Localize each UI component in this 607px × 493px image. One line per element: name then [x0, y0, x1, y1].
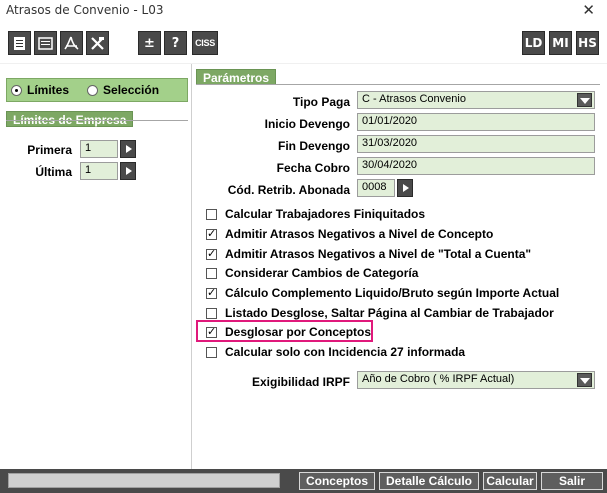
- params-group-line: [196, 84, 600, 85]
- help-button[interactable]: ?: [164, 31, 187, 55]
- checkbox[interactable]: [206, 325, 217, 338]
- checkbox[interactable]: [206, 247, 217, 260]
- fin-devengo-label: Fin Devengo: [277, 139, 350, 153]
- radio-dot: [87, 84, 99, 96]
- excel-icon: [91, 36, 104, 50]
- fecha-cobro-label: Fecha Cobro: [276, 161, 350, 175]
- check-listado-desglose[interactable]: Listado Desglose, Saltar Página al Cambi…: [206, 304, 554, 322]
- retrib-abonada-label: Cód. Retrib. Abonada: [227, 183, 350, 197]
- primera-lookup-button[interactable]: [120, 140, 136, 158]
- checkbox[interactable]: [206, 267, 217, 279]
- retrib-abonada-field[interactable]: 0008: [357, 179, 395, 197]
- inicio-devengo-field[interactable]: 01/01/2020: [357, 113, 595, 131]
- close-icon[interactable]: ✕: [582, 1, 595, 19]
- mi-button[interactable]: MI: [549, 31, 572, 55]
- toolbar: ± ? CISS LD MI HS: [0, 22, 607, 64]
- conceptos-button[interactable]: Conceptos: [299, 472, 375, 490]
- ld-button[interactable]: LD: [522, 31, 545, 55]
- chevron-down-icon[interactable]: [577, 93, 592, 107]
- title-bar: Atrasos de Convenio - L03 ✕: [0, 0, 607, 22]
- excel-button[interactable]: [86, 31, 109, 55]
- check-cambios-categoria[interactable]: Considerar Cambios de Categoría: [206, 264, 418, 282]
- checkbox[interactable]: [206, 227, 217, 240]
- bottom-bar: Conceptos Detalle Cálculo Calcular Salir: [0, 469, 607, 493]
- checkbox[interactable]: [206, 286, 217, 299]
- radio-dot: [11, 84, 22, 96]
- irpf-label: Exigibilidad IRPF: [251, 375, 350, 389]
- print-icon: [14, 36, 25, 50]
- salir-button[interactable]: Salir: [541, 472, 603, 490]
- check-desglosar-conceptos[interactable]: Desglosar por Conceptos: [206, 323, 371, 341]
- primera-field[interactable]: 1: [80, 140, 118, 158]
- ultima-label: Última: [35, 165, 72, 179]
- document-icon: [38, 36, 53, 50]
- check-incidencia-27[interactable]: Calcular solo con Incidencia 27 informad…: [206, 343, 465, 361]
- inicio-devengo-label: Inicio Devengo: [264, 117, 350, 131]
- radio-limites[interactable]: Límites: [11, 83, 69, 97]
- check-negativos-concepto[interactable]: Admitir Atrasos Negativos a Nivel de Con…: [206, 225, 493, 243]
- left-panel: Límites Selección Límites de Empresa Pri…: [0, 64, 192, 469]
- document-button[interactable]: [34, 31, 57, 55]
- tipo-paga-label: Tipo Paga: [292, 95, 350, 109]
- params-group-title: Parámetros: [196, 69, 277, 85]
- print-button[interactable]: [8, 31, 31, 55]
- retrib-lookup-button[interactable]: [397, 179, 413, 197]
- fin-devengo-field[interactable]: 31/03/2020: [357, 135, 595, 153]
- ciss-button[interactable]: CISS: [192, 31, 218, 55]
- hs-button[interactable]: HS: [576, 31, 599, 55]
- help-icon: ?: [171, 35, 180, 51]
- checkbox[interactable]: [206, 346, 217, 358]
- irpf-select[interactable]: Año de Cobro ( % IRPF Actual): [357, 371, 595, 389]
- limits-group-line: [6, 120, 188, 121]
- tipo-paga-select[interactable]: C - Atrasos Convenio: [357, 91, 595, 109]
- checkbox[interactable]: [206, 208, 217, 220]
- check-complemento-liquido-bruto[interactable]: Cálculo Complemento Liquido/Bruto según …: [206, 284, 559, 302]
- ultima-lookup-button[interactable]: [120, 162, 136, 180]
- ultima-field[interactable]: 1: [80, 162, 118, 180]
- plus-minus-button[interactable]: ±: [138, 31, 161, 55]
- check-calcular-finiquitados[interactable]: Calcular Trabajadores Finiquitados: [206, 205, 425, 223]
- pdf-button[interactable]: [60, 31, 83, 55]
- checkbox[interactable]: [206, 307, 217, 319]
- chevron-down-icon[interactable]: [577, 373, 592, 387]
- window-title: Atrasos de Convenio - L03: [6, 3, 164, 17]
- status-field: [8, 473, 280, 488]
- radio-seleccion[interactable]: Selección: [87, 83, 159, 97]
- detalle-calculo-button[interactable]: Detalle Cálculo: [379, 472, 479, 490]
- fecha-cobro-field[interactable]: 30/04/2020: [357, 157, 595, 175]
- plus-minus-icon: ±: [144, 35, 155, 51]
- pdf-icon: [64, 36, 79, 50]
- check-negativos-total-cuenta[interactable]: Admitir Atrasos Negativos a Nivel de "To…: [206, 245, 531, 263]
- ciss-logo: CISS: [195, 38, 215, 48]
- calcular-button[interactable]: Calcular: [483, 472, 537, 490]
- primera-label: Primera: [27, 143, 72, 157]
- limits-group-title: Límites de Empresa: [6, 111, 134, 127]
- selection-mode-bar: Límites Selección: [6, 78, 188, 102]
